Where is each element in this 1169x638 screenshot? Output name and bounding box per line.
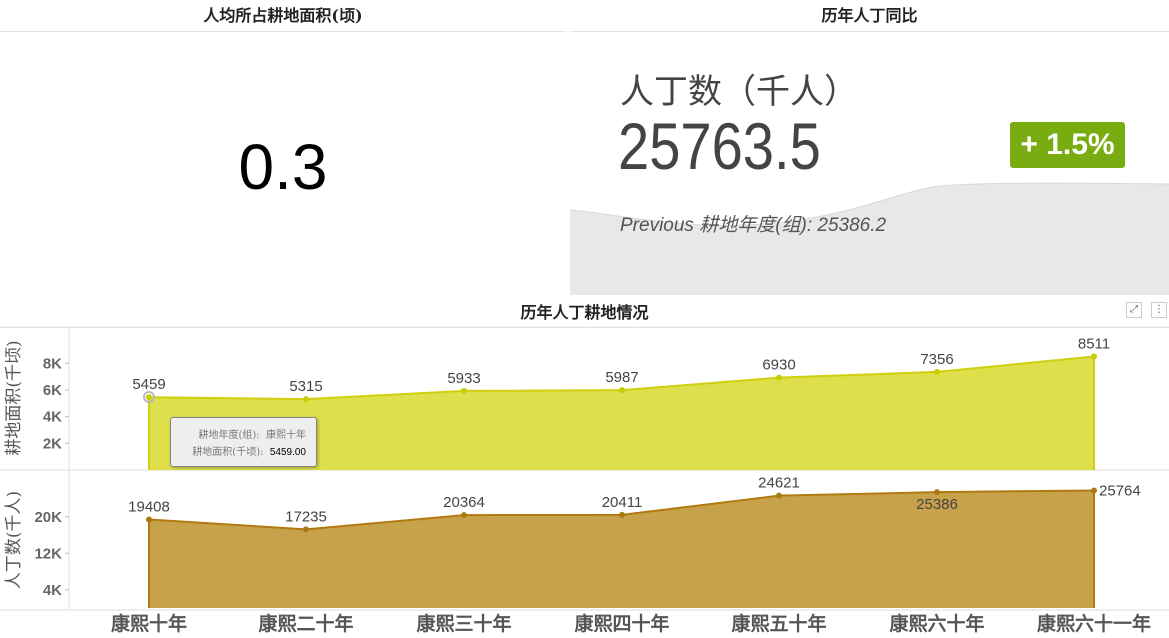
area-charts: 5459 5315 5933 5987 6930 7356 8511 2K 4K 6K 8K 耕地面积…	[0, 326, 1169, 635]
x-tick-label: 康熙五十年	[731, 612, 826, 635]
data-label: 17235	[285, 508, 327, 525]
x-tick-label: 康熙十年	[111, 612, 187, 635]
data-point	[934, 489, 940, 496]
data-point	[461, 387, 467, 394]
x-tick-label: 康熙三十年	[416, 612, 511, 635]
data-point	[934, 368, 940, 375]
data-point	[303, 396, 309, 403]
data-point	[776, 374, 782, 381]
data-point	[1091, 487, 1097, 494]
tooltip-value: 5459.00	[269, 447, 306, 458]
data-label: 25764	[1099, 482, 1141, 499]
data-label: 25386	[916, 496, 958, 513]
y-tick-label: 4K	[43, 582, 62, 599]
data-label: 24621	[758, 475, 800, 492]
data-point	[461, 512, 467, 519]
y-tick-label: 8K	[43, 355, 62, 372]
data-label: 8511	[1078, 336, 1110, 353]
data-label: 7356	[920, 351, 953, 368]
data-point	[146, 394, 152, 401]
data-point	[1091, 353, 1097, 360]
chart-tooltip: 耕地年度(组): 康熙十年 耕地面积(千顷): 5459.00	[170, 417, 317, 467]
data-label: 19408	[128, 498, 170, 515]
data-point	[619, 511, 625, 518]
data-label: 5459	[132, 376, 165, 393]
y-axis-title: 耕地面积(千顷)	[4, 340, 24, 455]
data-point	[146, 516, 152, 523]
x-tick-label: 康熙六十年	[889, 612, 984, 635]
y-tick-label: 6K	[43, 382, 62, 399]
tooltip-value: 康熙十年	[266, 430, 306, 441]
tooltip-label: 耕地面积(千顷):	[192, 447, 264, 458]
data-point	[619, 387, 625, 394]
x-tick-label: 康熙六十一年	[1037, 612, 1151, 635]
data-label: 6930	[762, 357, 795, 374]
data-label: 20411	[602, 494, 643, 511]
data-label: 20364	[443, 494, 485, 511]
data-label: 5933	[447, 370, 480, 387]
y-tick-label: 4K	[43, 409, 62, 426]
data-point	[303, 526, 309, 533]
y-tick-label: 12K	[34, 545, 62, 562]
tooltip-label: 耕地年度(组):	[198, 430, 260, 441]
y-axis-title: 人丁数(千人)	[4, 491, 24, 589]
data-label: 5987	[605, 369, 638, 386]
y-tick-label: 2K	[43, 435, 62, 452]
data-label: 5315	[289, 378, 322, 395]
data-point	[776, 492, 782, 499]
x-tick-label: 康熙二十年	[258, 612, 353, 635]
y-tick-label: 20K	[34, 509, 62, 526]
x-tick-label: 康熙四十年	[574, 612, 669, 635]
